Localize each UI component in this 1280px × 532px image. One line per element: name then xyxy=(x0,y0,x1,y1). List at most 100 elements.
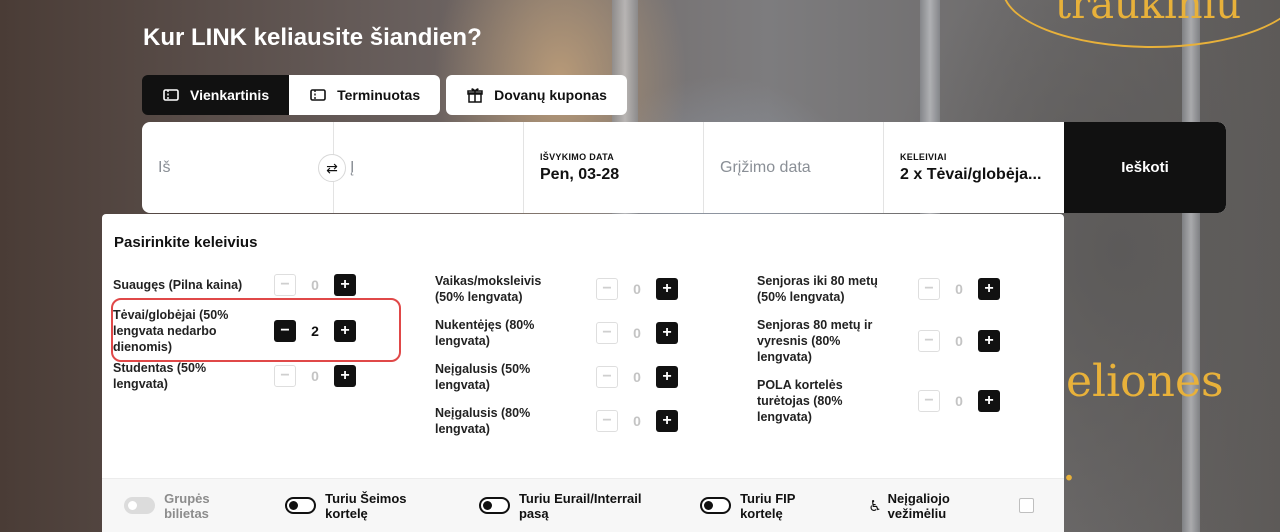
quantity-value: 2 xyxy=(311,323,319,339)
option-label: Neįgaliojo vežimėliu xyxy=(887,490,950,521)
passenger-column: Senjoras iki 80 metų (50% lengvata) − 0 … xyxy=(757,270,1007,430)
to-field[interactable]: Į xyxy=(334,122,524,213)
tab-period-ticket[interactable]: Terminuotas xyxy=(289,75,441,115)
quantity-stepper: − 0 + xyxy=(274,365,356,387)
passengers-field[interactable]: KELEIVIAI 2 x Tėvai/globėja... xyxy=(884,122,1064,213)
decorative-text: eliones xyxy=(1066,356,1224,407)
search-bar: Iš ⇄ Į IŠVYKIMO DATA Pen, 03-28 Grįžimo … xyxy=(142,122,1226,213)
departure-value: Pen, 03-28 xyxy=(540,165,620,183)
passenger-column: Vaikas/moksleivis (50% lengvata) − 0 + N… xyxy=(435,270,685,444)
ticket-type-tabs: Vienkartinis Terminuotas Dovanų kuponas xyxy=(142,75,627,115)
increment-button[interactable]: + xyxy=(334,365,356,387)
eurail-pass-toggle[interactable] xyxy=(478,497,510,514)
passenger-row-adult: Suaugęs (Pilna kaina) − 0 + xyxy=(113,270,363,300)
quantity-stepper: − 0 + xyxy=(596,278,678,300)
decrement-button[interactable]: − xyxy=(596,278,618,300)
increment-button[interactable]: + xyxy=(656,410,678,432)
quantity-value: 0 xyxy=(633,413,641,429)
passengers-value: 2 x Tėvai/globėja... xyxy=(900,165,1042,183)
tab-label: Vienkartinis xyxy=(190,87,270,103)
decrement-button[interactable]: − xyxy=(918,278,940,300)
quantity-value: 0 xyxy=(311,277,319,293)
quantity-value: 0 xyxy=(633,369,641,385)
passenger-label: Studentas (50% lengvata) xyxy=(113,361,207,391)
quantity-value: 0 xyxy=(955,333,963,349)
ticket-icon xyxy=(310,89,326,101)
wheelchair-icon: ♿ xyxy=(868,497,882,515)
quantity-stepper: − 0 + xyxy=(596,366,678,388)
passenger-selector-panel: Pasirinkite keleivius Suaugęs (Pilna kai… xyxy=(102,214,1064,532)
increment-button[interactable]: + xyxy=(656,322,678,344)
passenger-label: POLA kortelės turėtojas (80% lengvata) xyxy=(757,378,843,424)
increment-button[interactable]: + xyxy=(334,274,356,296)
group-ticket-option[interactable]: Grupės bilietas xyxy=(124,491,255,521)
increment-button[interactable]: + xyxy=(978,330,1000,352)
increment-button[interactable]: + xyxy=(334,320,356,342)
increment-button[interactable]: + xyxy=(978,390,1000,412)
wheelchair-checkbox[interactable] xyxy=(1019,498,1035,513)
tab-gift-voucher[interactable]: Dovanų kuponas xyxy=(446,75,627,115)
passenger-label: Suaugęs (Pilna kaina) xyxy=(113,278,243,292)
option-label: Turiu FIP kortelę xyxy=(740,490,796,521)
passenger-column: Suaugęs (Pilna kaina) − 0 + Tėvai/globėj… xyxy=(111,270,401,397)
quantity-stepper: − 0 + xyxy=(918,330,1000,352)
option-label: Grupės bilietas xyxy=(164,490,210,521)
fip-card-toggle[interactable] xyxy=(699,497,732,514)
eurail-pass-option[interactable]: Turiu Eurail/Interrail pasą xyxy=(478,491,670,521)
quantity-stepper: − 0 + xyxy=(596,410,678,432)
return-date-field[interactable]: Grįžimo data xyxy=(704,122,884,213)
passenger-label: Nukentėjęs (80% lengvata) xyxy=(435,318,535,348)
gift-icon xyxy=(467,88,483,103)
quantity-value: 0 xyxy=(633,281,641,297)
selection-highlight xyxy=(111,298,401,362)
departure-label: IŠVYKIMO DATA xyxy=(540,151,615,162)
decorative-text: . xyxy=(1062,440,1076,491)
ticket-icon xyxy=(163,89,179,101)
background-pole xyxy=(1182,0,1200,532)
increment-button[interactable]: + xyxy=(656,278,678,300)
return-placeholder: Grįžimo data xyxy=(720,158,811,176)
decrement-button[interactable]: − xyxy=(918,330,940,352)
page-title: Kur LINK keliausite šiandien? xyxy=(143,24,482,51)
from-placeholder: Iš xyxy=(158,158,171,176)
decrement-button[interactable]: − xyxy=(596,410,618,432)
quantity-stepper: − 0 + xyxy=(918,278,1000,300)
increment-button[interactable]: + xyxy=(978,278,1000,300)
passenger-row-senior: Senjoras iki 80 metų (50% lengvata) − 0 … xyxy=(757,270,1007,308)
from-field[interactable]: Iš ⇄ xyxy=(142,122,346,213)
family-card-option[interactable]: Turiu Šeimos kortelę xyxy=(285,491,449,521)
decrement-button[interactable]: − xyxy=(596,366,618,388)
passenger-row-parent: Tėvai/globėjai (50% lengvata nedarbo die… xyxy=(111,298,401,362)
passenger-row-senior-80: Senjoras 80 metų ir vyresnis (80% lengva… xyxy=(757,316,1007,366)
departure-date-field[interactable]: IŠVYKIMO DATA Pen, 03-28 xyxy=(524,122,704,213)
increment-button[interactable]: + xyxy=(656,366,678,388)
decrement-button[interactable]: − xyxy=(596,322,618,344)
decrement-button[interactable]: − xyxy=(274,274,296,296)
panel-title: Pasirinkite keleivius xyxy=(114,234,258,251)
group-ticket-toggle[interactable] xyxy=(124,497,156,514)
decrement-button[interactable]: − xyxy=(274,365,296,387)
passenger-label: Senjoras 80 metų ir vyresnis (80% lengva… xyxy=(757,318,873,364)
fip-card-option[interactable]: Turiu FIP kortelę xyxy=(699,490,838,521)
decrement-button[interactable]: − xyxy=(918,390,940,412)
passenger-row-pola: POLA kortelės turėtojas (80% lengvata) −… xyxy=(757,376,1007,426)
quantity-value: 0 xyxy=(955,393,963,409)
family-card-toggle[interactable] xyxy=(285,497,317,514)
quantity-stepper: − 0 + xyxy=(918,390,1000,412)
quantity-stepper: − 0 + xyxy=(596,322,678,344)
passenger-row-victim: Nukentėjęs (80% lengvata) − 0 + xyxy=(435,314,685,352)
decrement-button[interactable]: − xyxy=(274,320,296,342)
tab-single-ticket[interactable]: Vienkartinis xyxy=(142,75,290,115)
passenger-row-disabled-50: Neįgalusis (50% lengvata) − 0 + xyxy=(435,358,685,396)
passenger-row-disabled-80: Neįgalusis (80% lengvata) − 0 + xyxy=(435,402,685,440)
passengers-label: KELEIVIAI xyxy=(900,151,947,162)
passenger-row-child: Vaikas/moksleivis (50% lengvata) − 0 + xyxy=(435,270,685,308)
quantity-value: 0 xyxy=(633,325,641,341)
tab-label: Dovanų kuponas xyxy=(494,87,607,103)
wheelchair-option[interactable]: ♿ Neįgaliojo vežimėliu xyxy=(868,490,1035,521)
search-button[interactable]: Ieškoti xyxy=(1064,122,1226,213)
passenger-label: Neįgalusis (50% lengvata) xyxy=(435,362,531,392)
passenger-row-student: Studentas (50% lengvata) − 0 + xyxy=(113,359,363,393)
quantity-value: 0 xyxy=(955,281,963,297)
to-placeholder: Į xyxy=(350,158,355,176)
